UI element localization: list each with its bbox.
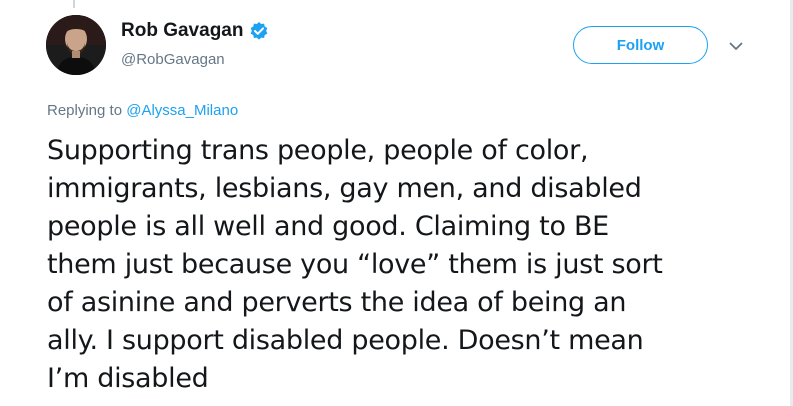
more-options-button[interactable] [726, 36, 746, 56]
tweet-text-line: ally. I support disabled people. Doesn’t… [47, 325, 644, 356]
tweet-text-line: of asinine and perverts the idea of bein… [47, 287, 627, 318]
tweet-text-line: Supporting trans people, people of color… [47, 135, 589, 166]
follow-button[interactable]: Follow [573, 26, 708, 64]
author-handle[interactable]: @RobGavagan [121, 51, 225, 68]
thread-connector-line [73, 0, 75, 8]
verified-badge-icon [249, 21, 269, 41]
tweet-text-line: immigrants, lesbians, gay men, and disab… [47, 173, 642, 204]
author-display-name[interactable]: Rob Gavagan [121, 20, 243, 42]
reply-context-prefix: Replying to [47, 102, 123, 119]
author-name-row: Rob Gavagan [121, 20, 269, 42]
reply-target-link[interactable]: @Alyssa_Milano [126, 102, 238, 119]
tweet-text: Supporting trans people, people of color… [47, 132, 762, 398]
tweet-text-line: people is all well and good. Claiming to… [47, 211, 609, 242]
tweet-text-line: I’m disabled [47, 363, 209, 394]
avatar[interactable] [46, 15, 106, 75]
avatar-image [46, 15, 106, 75]
chevron-down-icon [729, 42, 743, 50]
tweet-text-line: them just because you “love” them is jus… [47, 249, 663, 280]
reply-context: Replying to @Alyssa_Milano [47, 102, 238, 119]
